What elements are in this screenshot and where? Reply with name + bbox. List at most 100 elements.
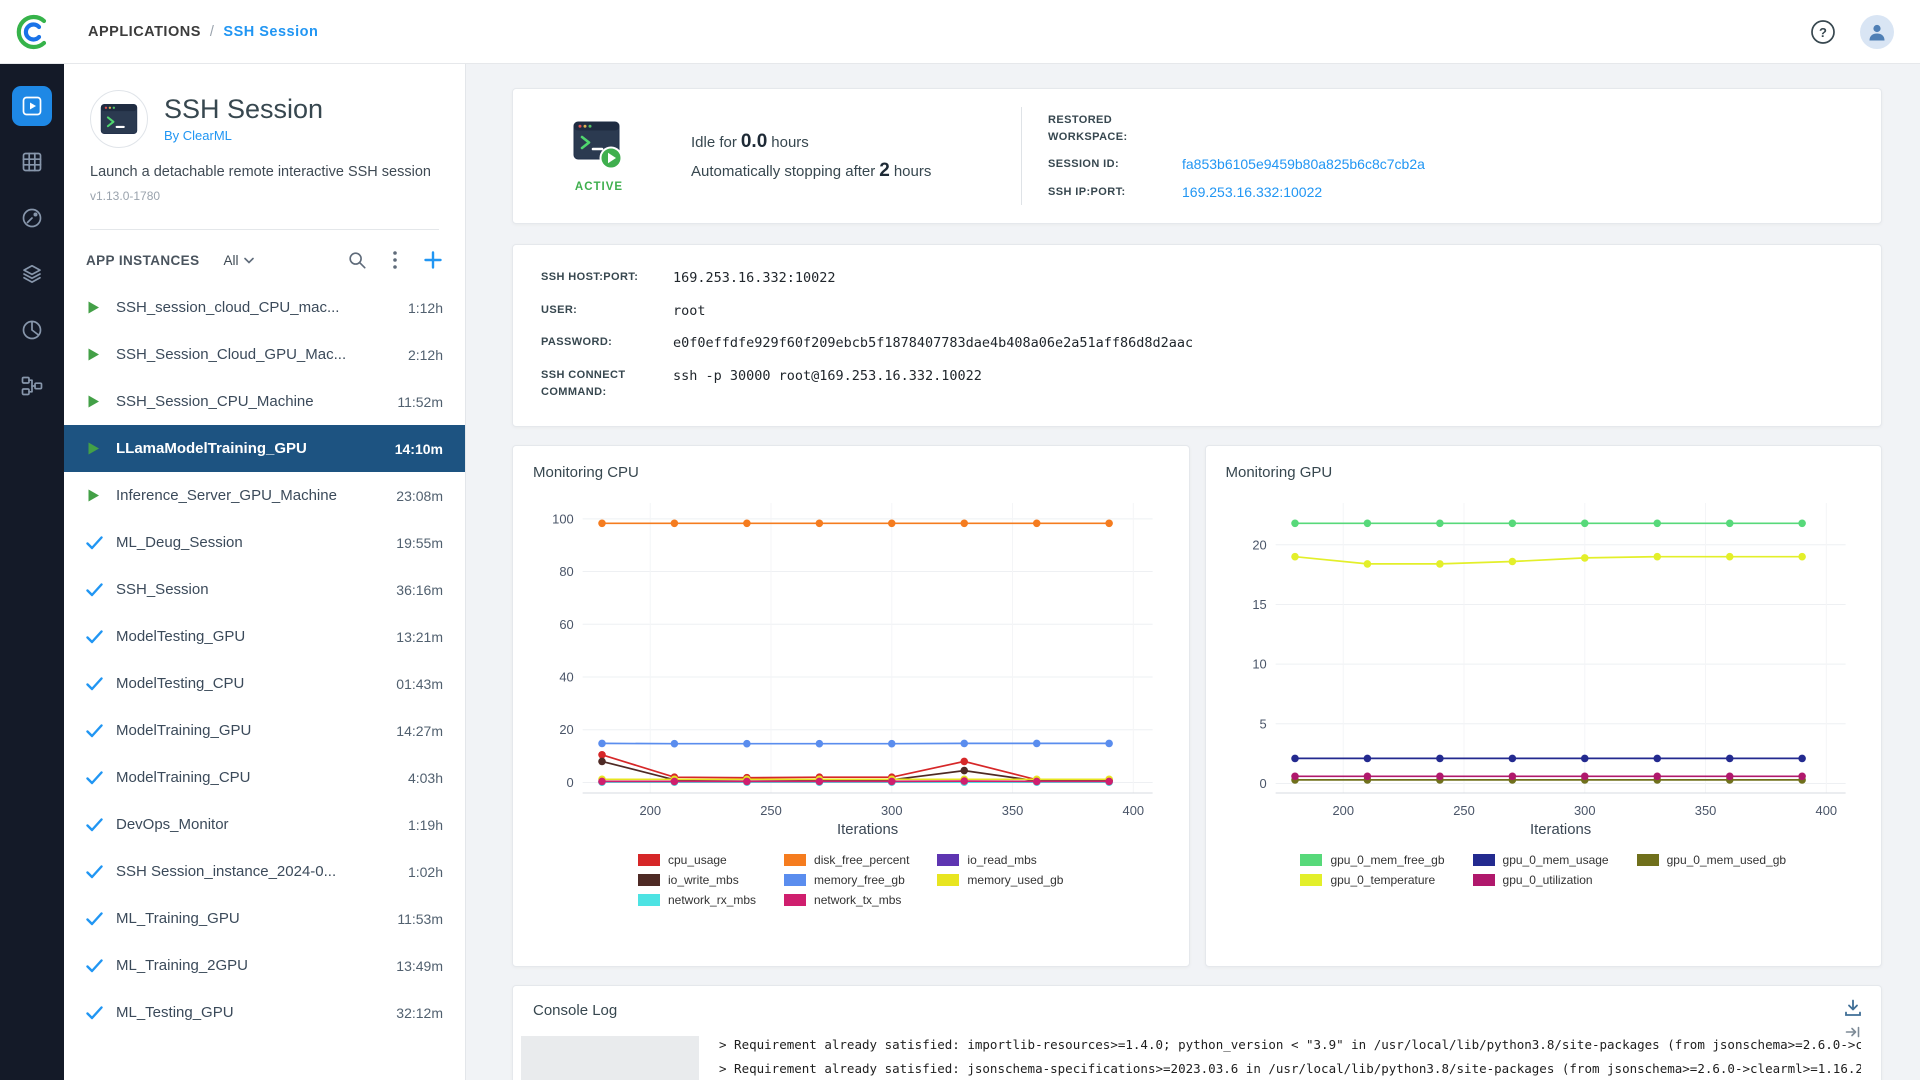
- gpu-monitor-chart: 05101520200250300350400Iterations: [1226, 491, 1862, 843]
- legend-item-io_read_mbs[interactable]: io_read_mbs: [937, 853, 1063, 867]
- app-instance-row[interactable]: ModelTraining_CPU 4:03h: [64, 754, 465, 801]
- instance-name: ModelTesting_CPU: [116, 675, 386, 692]
- app-instance-row[interactable]: ModelTraining_GPU 14:27m: [64, 707, 465, 754]
- download-log-button[interactable]: [1843, 998, 1863, 1023]
- legend-swatch: [784, 874, 806, 886]
- gpu-chart-legend: gpu_0_mem_free_gb gpu_0_mem_usage gpu_0_me…: [1226, 853, 1862, 887]
- search-button[interactable]: [347, 250, 367, 270]
- person-icon: [1867, 22, 1887, 42]
- legend-label: disk_free_percent: [814, 853, 909, 867]
- user-avatar[interactable]: [1860, 15, 1894, 49]
- app-icon: [90, 90, 148, 148]
- jump-to-end-button[interactable]: [1845, 1025, 1861, 1043]
- app-instance-row[interactable]: ML_Deug_Session 19:55m: [64, 519, 465, 566]
- legend-item-gpu_0_temperature[interactable]: gpu_0_temperature: [1300, 873, 1444, 887]
- app-instance-row[interactable]: ML_Training_2GPU 13:49m: [64, 942, 465, 989]
- svg-text:400: 400: [1815, 803, 1837, 818]
- instances-menu-button[interactable]: [392, 250, 398, 270]
- rail-item-applications[interactable]: [12, 86, 52, 126]
- cpu-chart-title: Monitoring CPU: [533, 464, 1169, 481]
- legend-label: memory_used_gb: [967, 873, 1063, 887]
- pie-chart-icon: [20, 318, 44, 342]
- help-icon[interactable]: ?: [1810, 19, 1836, 45]
- left-icon-rail: [0, 64, 64, 1080]
- instance-duration: 4:03h: [408, 770, 443, 786]
- instance-duration: 36:16m: [396, 582, 443, 598]
- console-log-line: > Requirement already satisfied: jsonsch…: [719, 1057, 1861, 1080]
- legend-swatch: [937, 874, 959, 886]
- rail-item-pipelines[interactable]: [12, 366, 52, 406]
- running-status-icon: [86, 441, 101, 456]
- app-instance-row[interactable]: SSH_Session_Cloud_GPU_Mac... 2:12h: [64, 331, 465, 378]
- completed-status-icon: [86, 630, 103, 644]
- arrow-to-end-icon: [1845, 1026, 1861, 1038]
- session-id-link[interactable]: fa853b6105e9459b80a825b6c8c7cb2a: [1182, 156, 1425, 172]
- legend-item-gpu_0_utilization[interactable]: gpu_0_utilization: [1473, 873, 1609, 887]
- legend-item-gpu_0_mem_used_gb[interactable]: gpu_0_mem_used_gb: [1637, 853, 1786, 867]
- app-instance-row[interactable]: ModelTesting_CPU 01:43m: [64, 660, 465, 707]
- rail-item-projects[interactable]: [12, 142, 52, 182]
- legend-item-cpu_usage[interactable]: cpu_usage: [638, 853, 756, 867]
- legend-swatch: [1300, 854, 1322, 866]
- gauge-icon: [20, 206, 44, 230]
- instance-name: SSH_session_cloud_CPU_mac...: [116, 299, 398, 316]
- svg-text:10: 10: [1252, 657, 1266, 672]
- svg-text:Iterations: Iterations: [837, 821, 898, 838]
- legend-item-io_write_mbs[interactable]: io_write_mbs: [638, 873, 756, 887]
- legend-item-gpu_0_mem_usage[interactable]: gpu_0_mem_usage: [1473, 853, 1609, 867]
- instance-duration: 2:12h: [408, 347, 443, 363]
- legend-label: gpu_0_mem_free_gb: [1330, 853, 1444, 867]
- legend-item-memory_used_gb[interactable]: memory_used_gb: [937, 873, 1063, 887]
- instance-duration: 01:43m: [396, 676, 443, 692]
- instance-duration: 19:55m: [396, 535, 443, 551]
- rail-item-datasets[interactable]: [12, 254, 52, 294]
- app-instance-row[interactable]: SSH_Session 36:16m: [64, 566, 465, 613]
- legend-swatch: [1300, 874, 1322, 886]
- instance-name: ML_Training_GPU: [116, 910, 387, 927]
- completed-status-icon: [86, 865, 103, 879]
- autostop-suffix: hours: [894, 163, 932, 180]
- session-id-label: SESSION ID:: [1048, 156, 1168, 173]
- legend-label: gpu_0_utilization: [1503, 873, 1593, 887]
- instance-duration: 14:10m: [395, 441, 443, 457]
- rail-item-workers[interactable]: [12, 198, 52, 238]
- legend-item-network_rx_mbs[interactable]: network_rx_mbs: [638, 893, 756, 907]
- clearml-logo: [0, 11, 64, 53]
- legend-swatch: [937, 854, 959, 866]
- breadcrumb-current-page: SSH Session: [223, 24, 318, 40]
- app-instance-row[interactable]: SSH Session_instance_2024-0... 1:02h: [64, 848, 465, 895]
- app-instance-row[interactable]: ModelTesting_GPU 13:21m: [64, 613, 465, 660]
- instance-duration: 11:52m: [397, 394, 443, 410]
- add-instance-button[interactable]: [423, 250, 443, 270]
- running-status-icon: [86, 394, 101, 409]
- session-status-card: ACTIVE Idle for0.0hours Automatically st…: [512, 88, 1882, 224]
- app-instance-row[interactable]: LLamaModelTraining_GPU 14:10m: [64, 425, 465, 472]
- instance-name: SSH_Session: [116, 581, 386, 598]
- ssh-ipport-link[interactable]: 169.253.16.332:10022: [1182, 184, 1322, 200]
- breadcrumb-applications[interactable]: APPLICATIONS: [88, 24, 201, 40]
- legend-item-gpu_0_mem_free_gb[interactable]: gpu_0_mem_free_gb: [1300, 853, 1444, 867]
- rail-item-reports[interactable]: [12, 310, 52, 350]
- instance-name: ML_Deug_Session: [116, 534, 386, 551]
- instances-filter-dropdown[interactable]: All: [223, 253, 253, 268]
- app-instance-row[interactable]: SSH_session_cloud_CPU_mac... 1:12h: [64, 284, 465, 331]
- detail-label: SSH CONNECT COMMAND:: [541, 367, 673, 402]
- legend-item-memory_free_gb[interactable]: memory_free_gb: [784, 873, 909, 887]
- app-instance-row[interactable]: ML_Testing_GPU 32:12m: [64, 989, 465, 1036]
- instance-name: SSH_Session_CPU_Machine: [116, 393, 387, 410]
- panel-divider: [90, 229, 439, 230]
- download-icon: [1843, 998, 1863, 1018]
- legend-item-network_tx_mbs[interactable]: network_tx_mbs: [784, 893, 909, 907]
- app-instance-row[interactable]: ML_Training_GPU 11:53m: [64, 895, 465, 942]
- legend-label: gpu_0_temperature: [1330, 873, 1435, 887]
- instance-name: SSH_Session_Cloud_GPU_Mac...: [116, 346, 398, 363]
- completed-status-icon: [86, 771, 103, 785]
- app-instance-row[interactable]: DevOps_Monitor 1:19h: [64, 801, 465, 848]
- app-byline-link[interactable]: By ClearML: [164, 128, 323, 143]
- running-status-icon: [86, 300, 101, 315]
- instance-name: ModelTraining_CPU: [116, 769, 398, 786]
- legend-item-disk_free_percent[interactable]: disk_free_percent: [784, 853, 909, 867]
- instance-name: ML_Testing_GPU: [116, 1004, 386, 1021]
- app-instance-row[interactable]: SSH_Session_CPU_Machine 11:52m: [64, 378, 465, 425]
- app-instance-row[interactable]: Inference_Server_GPU_Machine 23:08m: [64, 472, 465, 519]
